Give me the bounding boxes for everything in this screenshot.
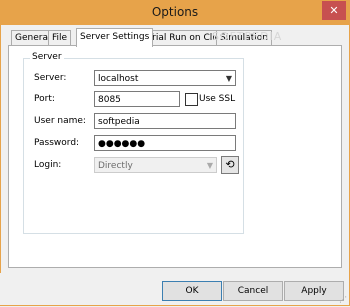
chevron-down-icon: ▼ [225,74,232,83]
port-input[interactable]: 8085 [94,91,180,107]
server-label: Server: [34,73,67,83]
login-value: Directly [98,161,133,171]
window-title: Options [151,5,199,19]
apply-button[interactable]: Apply [284,281,344,301]
server-groupbox: Server Server: localhost ▼ Port: 8085 Us… [23,52,244,234]
use-ssl-checkbox[interactable] [185,93,198,106]
refresh-button[interactable]: ⟲ [221,156,239,174]
resize-grip-icon[interactable]: ⋰ [339,295,347,304]
refresh-icon: ⟲ [225,158,235,171]
tab-simulation[interactable]: Simulation [216,30,272,46]
username-label: User name: [34,116,86,126]
close-icon[interactable]: ✕ [322,1,346,20]
ok-button[interactable]: OK [162,281,222,301]
server-select[interactable]: localhost ▼ [94,70,236,86]
tab-server-settings[interactable]: Server Settings [76,28,154,47]
server-settings-panel: Server Server: localhost ▼ Port: 8085 Us… [8,45,342,268]
chevron-down-icon: ▼ [206,161,213,170]
tab-file[interactable]: File [48,30,72,46]
login-select[interactable]: Directly ▼ [94,157,217,173]
username-input[interactable]: softpedia [94,113,236,129]
port-label: Port: [34,94,55,104]
cancel-button[interactable]: Cancel [223,281,283,301]
use-ssl-label: Use SSL [199,94,236,104]
password-input[interactable]: ●●●●●● [94,135,236,151]
server-value: localhost [98,74,139,84]
title-bar: Options ✕ [0,0,350,25]
login-label: Login: [34,160,62,170]
server-group-title: Server [30,52,64,62]
password-label: Password: [34,138,80,148]
